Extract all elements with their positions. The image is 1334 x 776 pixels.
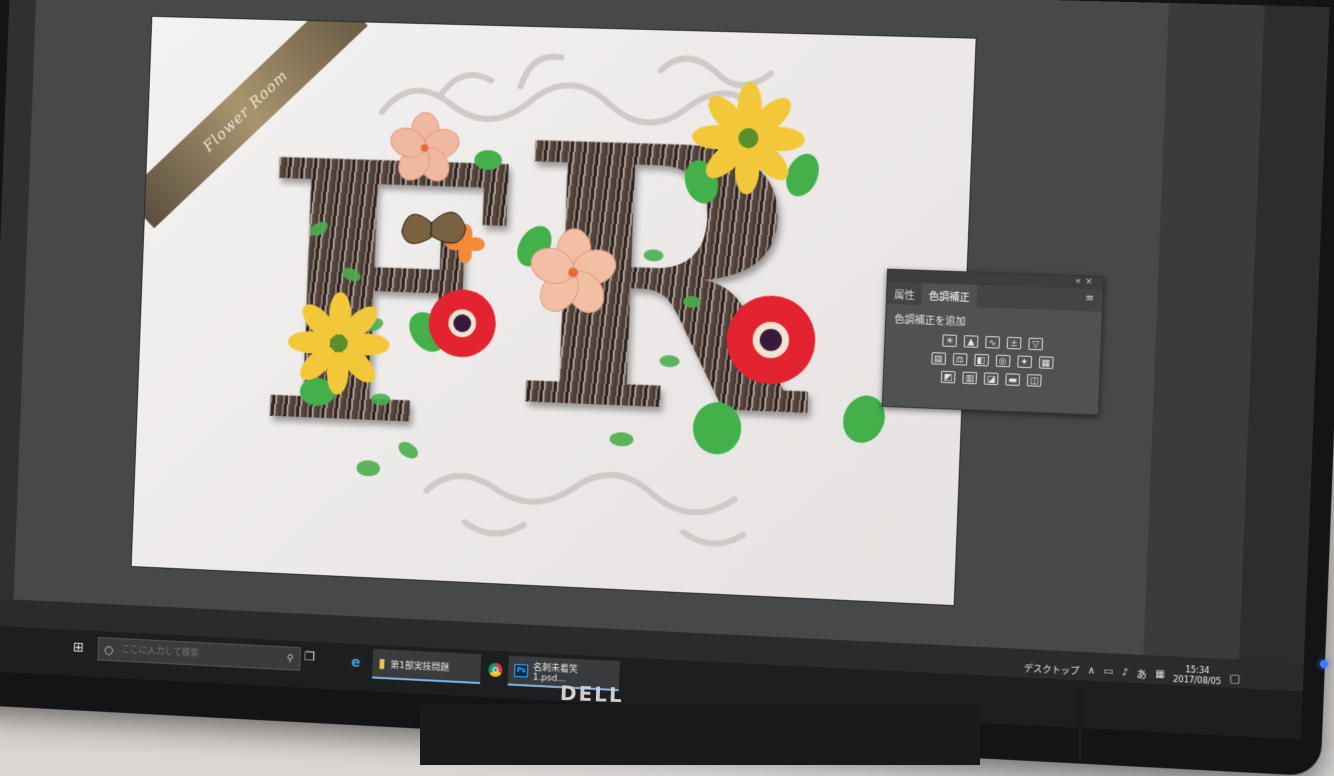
taskbar-app-edge[interactable]: e xyxy=(345,647,367,678)
taskbar-search[interactable]: ○ ⚲ xyxy=(97,637,301,671)
color-balance-icon[interactable]: ⚖ xyxy=(952,353,967,366)
task-view-icon[interactable]: ❐ xyxy=(304,649,315,663)
levels-icon[interactable]: ▲ xyxy=(964,335,979,348)
posterize-icon[interactable]: ▥ xyxy=(962,372,977,385)
hue-saturation-icon[interactable]: ▤ xyxy=(931,352,946,365)
windows-start-icon[interactable]: ⊞ xyxy=(73,640,85,656)
ime-icon[interactable]: あ xyxy=(1136,665,1147,681)
system-clock[interactable]: 15:34 2017/08/05 xyxy=(1173,665,1222,688)
dell-logo: DELL xyxy=(560,681,625,707)
photoshop-icon: Ps xyxy=(514,663,528,677)
exposure-icon[interactable]: ± xyxy=(1007,337,1022,350)
network-icon[interactable]: ▭ xyxy=(1103,666,1113,678)
taskbar-search-input[interactable] xyxy=(119,644,268,663)
vibrance-icon[interactable]: ▽ xyxy=(1028,338,1043,351)
panel-collapse-close-icon[interactable]: «× xyxy=(1075,276,1097,287)
document-canvas[interactable]: Flower Room F R xyxy=(132,17,976,605)
invert-icon[interactable]: ◩ xyxy=(941,371,956,384)
volume-icon[interactable]: ♪ xyxy=(1121,667,1128,679)
keyboard-icon[interactable]: ▦ xyxy=(1155,668,1165,680)
black-white-icon[interactable]: ◧ xyxy=(974,354,989,367)
brightness-contrast-icon[interactable]: ☀ xyxy=(942,334,957,347)
monitor-screen: Flower Room F R «× 属性 色調補正 ≡ 色調補正を追加 ☀ ▲… xyxy=(0,0,1330,740)
selective-color-icon[interactable]: ◫ xyxy=(1027,374,1042,387)
channel-mixer-icon[interactable]: ✦ xyxy=(1017,355,1032,368)
desktop-label[interactable]: デスクトップ xyxy=(1024,661,1080,677)
monitor-stand xyxy=(420,705,980,765)
tab-properties[interactable]: 属性 xyxy=(887,282,922,305)
adjustments-panel[interactable]: «× 属性 色調補正 ≡ 色調補正を追加 ☀ ▲ ∿ ± ▽ ▤ ⚖ ◧ ◎ ✦… xyxy=(882,269,1105,416)
curves-icon[interactable]: ∿ xyxy=(985,336,1000,349)
photo-filter-icon[interactable]: ◎ xyxy=(995,355,1010,368)
taskbar-app-chrome[interactable] xyxy=(482,654,509,685)
explorer-label: 第1部実技問題 xyxy=(390,657,449,673)
folder-icon: ▮ xyxy=(378,656,386,671)
photoshop-toolbar xyxy=(0,0,37,599)
clock-date: 2017/08/05 xyxy=(1173,675,1221,688)
gradient-map-icon[interactable]: ▬ xyxy=(1005,373,1020,386)
microphone-icon[interactable]: ⚲ xyxy=(286,653,294,664)
panel-menu-icon[interactable]: ≡ xyxy=(1085,293,1094,304)
threshold-icon[interactable]: ◪ xyxy=(984,372,999,385)
taskbar-app-explorer[interactable]: ▮ 第1部実技問題 xyxy=(372,649,481,684)
tab-adjustments[interactable]: 色調補正 xyxy=(921,283,977,307)
chrome-icon xyxy=(488,663,502,678)
chevron-up-icon[interactable]: ∧ xyxy=(1088,665,1096,677)
color-lookup-icon[interactable]: ▦ xyxy=(1038,356,1053,369)
edge-icon: e xyxy=(351,655,361,671)
flower-decorations xyxy=(132,17,976,605)
cortana-icon: ○ xyxy=(104,643,114,656)
power-indicator-icon xyxy=(1320,660,1328,668)
notification-icon[interactable]: ▢ xyxy=(1229,671,1240,685)
photoshop-workspace: Flower Room F R «× 属性 色調補正 ≡ 色調補正を追加 ☀ ▲… xyxy=(0,0,1330,663)
